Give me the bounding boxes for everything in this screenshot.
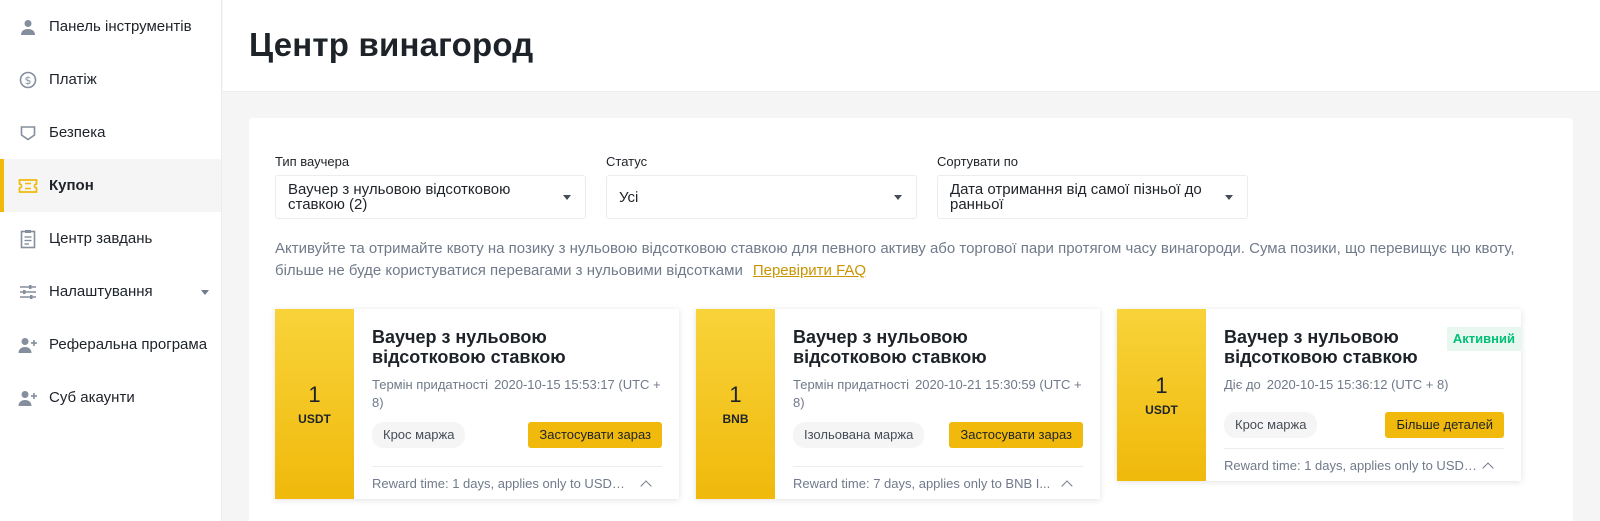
voucher-footer: Reward time: 1 days, applies only to USD…: [372, 466, 662, 499]
chevron-down-icon: [1225, 195, 1233, 200]
voucher-type-select[interactable]: Ваучер з нульовою відсотковою ставкою (2…: [275, 175, 586, 219]
voucher-currency: USDT: [298, 412, 331, 426]
ticket-icon: [18, 176, 38, 196]
margin-type-tag: Крос маржа: [372, 422, 466, 448]
voucher-expiry: Діє до 2020-10-15 15:36:12 (UTC + 8): [1224, 376, 1504, 394]
chevron-down-icon: [894, 195, 902, 200]
voucher-details: Ваучер з нульовою відсотковою ставкою Ак…: [1206, 309, 1521, 481]
voucher-card: 1 BNB Ваучер з нульовою відсотковою став…: [696, 309, 1100, 499]
sliders-icon: [18, 282, 38, 302]
svg-text:$: $: [25, 74, 32, 87]
voucher-title: Ваучер з нульовою відсотковою ставкою: [793, 327, 987, 367]
user-plus-icon: [18, 335, 38, 355]
reward-time-text: Reward time: 1 days, applies only to USD…: [372, 475, 632, 491]
reward-time-text: Reward time: 7 days, applies only to BNB…: [793, 475, 1051, 491]
sidebar-item-label: Безпека: [49, 124, 106, 141]
sidebar-item-label: Суб акаунти: [49, 389, 135, 406]
status-label: Статус: [606, 154, 648, 169]
sidebar-item-label: Реферальна програма: [49, 336, 208, 353]
voucher-amount-block: 1 BNB: [696, 309, 775, 499]
voucher-type-value: Ваучер з нульовою відсотковою ставкою (2…: [288, 181, 511, 213]
voucher-details: Ваучер з нульовою відсотковою ставкою Те…: [354, 309, 679, 499]
voucher-type-filter: Тип ваучера Ваучер з нульовою відсотково…: [275, 154, 586, 219]
sidebar-item-dashboard[interactable]: Панель інструментів: [0, 0, 221, 53]
sidebar-item-task-center[interactable]: Центр завдань: [0, 212, 221, 265]
voucher-amount: 1: [1155, 373, 1168, 398]
sidebar-item-referral[interactable]: Реферальна програма: [0, 318, 221, 371]
voucher-amount: 1: [729, 382, 742, 407]
voucher-amount-block: 1 USDT: [275, 309, 354, 499]
sidebar-item-label: Центр завдань: [49, 230, 153, 247]
faq-link[interactable]: Перевірити FAQ: [753, 262, 866, 279]
sidebar-item-security[interactable]: Безпека: [0, 106, 221, 159]
voucher-card: 1 USDT Ваучер з нульовою відсотковою ста…: [275, 309, 679, 499]
voucher-expiry: Термін придатності 2020-10-15 15:53:17 (U…: [372, 376, 662, 412]
expiry-date: 2020-10-15 15:36:12 (UTC + 8): [1266, 377, 1449, 392]
expiry-label: Термін придатності: [372, 377, 489, 392]
user-plus-icon: [18, 388, 38, 408]
dollar-icon: $: [18, 70, 38, 90]
apply-now-button[interactable]: Застосувати зараз: [949, 422, 1083, 448]
voucher-currency: USDT: [1145, 403, 1178, 417]
sidebar-item-settings[interactable]: Налаштування: [0, 265, 221, 318]
sidebar-item-label: Налаштування: [49, 283, 153, 300]
sidebar: Панель інструментів $ Платіж Безпека Куп…: [0, 0, 222, 521]
sort-value: Дата отримання від самої пізньої до ранн…: [950, 181, 1202, 213]
voucher-footer: Reward time: 7 days, applies only to BNB…: [793, 466, 1083, 499]
info-text: Активуйте та отримайте квоту на позику з…: [275, 238, 1565, 282]
expiry-label: Діє до: [1224, 377, 1261, 392]
voucher-actions: Ізольована маржа Застосувати зараз: [793, 422, 1083, 448]
voucher-details: Ваучер з нульовою відсотковою ставкою Те…: [775, 309, 1100, 499]
apply-now-button[interactable]: Застосувати зараз: [528, 422, 662, 448]
status-select[interactable]: Усі: [606, 175, 917, 219]
status-value: Усі: [619, 188, 639, 206]
sidebar-item-payment[interactable]: $ Платіж: [0, 53, 221, 106]
info-description: Активуйте та отримайте квоту на позику з…: [275, 240, 1515, 279]
chevron-down-icon[interactable]: [201, 289, 209, 295]
sort-filter: Сортувати по Дата отримання від самої пі…: [937, 154, 1248, 219]
voucher-expiry: Термін придатності 2020-10-21 15:30:59 (U…: [793, 376, 1083, 412]
vouchers-panel: Тип ваучера Ваучер з нульовою відсотково…: [249, 118, 1573, 521]
page-header: Центр винагород: [223, 0, 1600, 92]
sidebar-item-sub-accounts[interactable]: Суб акаунти: [0, 371, 221, 424]
chevron-up-icon[interactable]: [640, 479, 652, 492]
sidebar-item-label: Панель інструментів: [49, 18, 192, 35]
sidebar-item-label: Купон: [49, 177, 94, 194]
status-filter: Статус Усі: [606, 154, 917, 219]
voucher-currency: BNB: [722, 412, 749, 426]
sidebar-item-label: Платіж: [49, 71, 97, 88]
shield-icon: [18, 123, 38, 143]
page-title: Центр винагород: [249, 26, 534, 63]
voucher-amount: 1: [308, 382, 321, 407]
voucher-amount-block: 1 USDT: [1117, 309, 1206, 481]
voucher-type-label: Тип ваучера: [275, 154, 350, 169]
clipboard-icon: [18, 229, 38, 249]
more-details-button[interactable]: Більше деталей: [1385, 412, 1504, 438]
margin-type-tag: Ізольована маржа: [793, 422, 925, 448]
sidebar-item-coupon[interactable]: Купон: [0, 159, 221, 212]
voucher-title: Ваучер з нульовою відсотковою ставкою: [1224, 327, 1418, 367]
margin-type-tag: Крос маржа: [1224, 412, 1318, 438]
chevron-up-icon[interactable]: [1482, 461, 1494, 474]
voucher-footer: Reward time: 1 days, applies only to USD…: [1224, 448, 1504, 481]
reward-time-text: Reward time: 1 days, applies only to USD…: [1224, 457, 1484, 473]
sort-label: Сортувати по: [937, 154, 1018, 169]
voucher-actions: Крос маржа Застосувати зараз: [372, 422, 662, 448]
expiry-label: Термін придатності: [793, 377, 910, 392]
user-icon: [18, 17, 38, 37]
chevron-down-icon: [563, 195, 571, 200]
voucher-actions: Крос маржа Більше деталей: [1224, 412, 1504, 438]
chevron-up-icon[interactable]: [1061, 479, 1073, 492]
voucher-card: 1 USDT Ваучер з нульовою відсотковою ста…: [1117, 309, 1521, 481]
status-badge: Активний: [1446, 327, 1521, 351]
sort-select[interactable]: Дата отримання від самої пізньої до ранн…: [937, 175, 1248, 219]
voucher-title: Ваучер з нульовою відсотковою ставкою: [372, 327, 566, 367]
